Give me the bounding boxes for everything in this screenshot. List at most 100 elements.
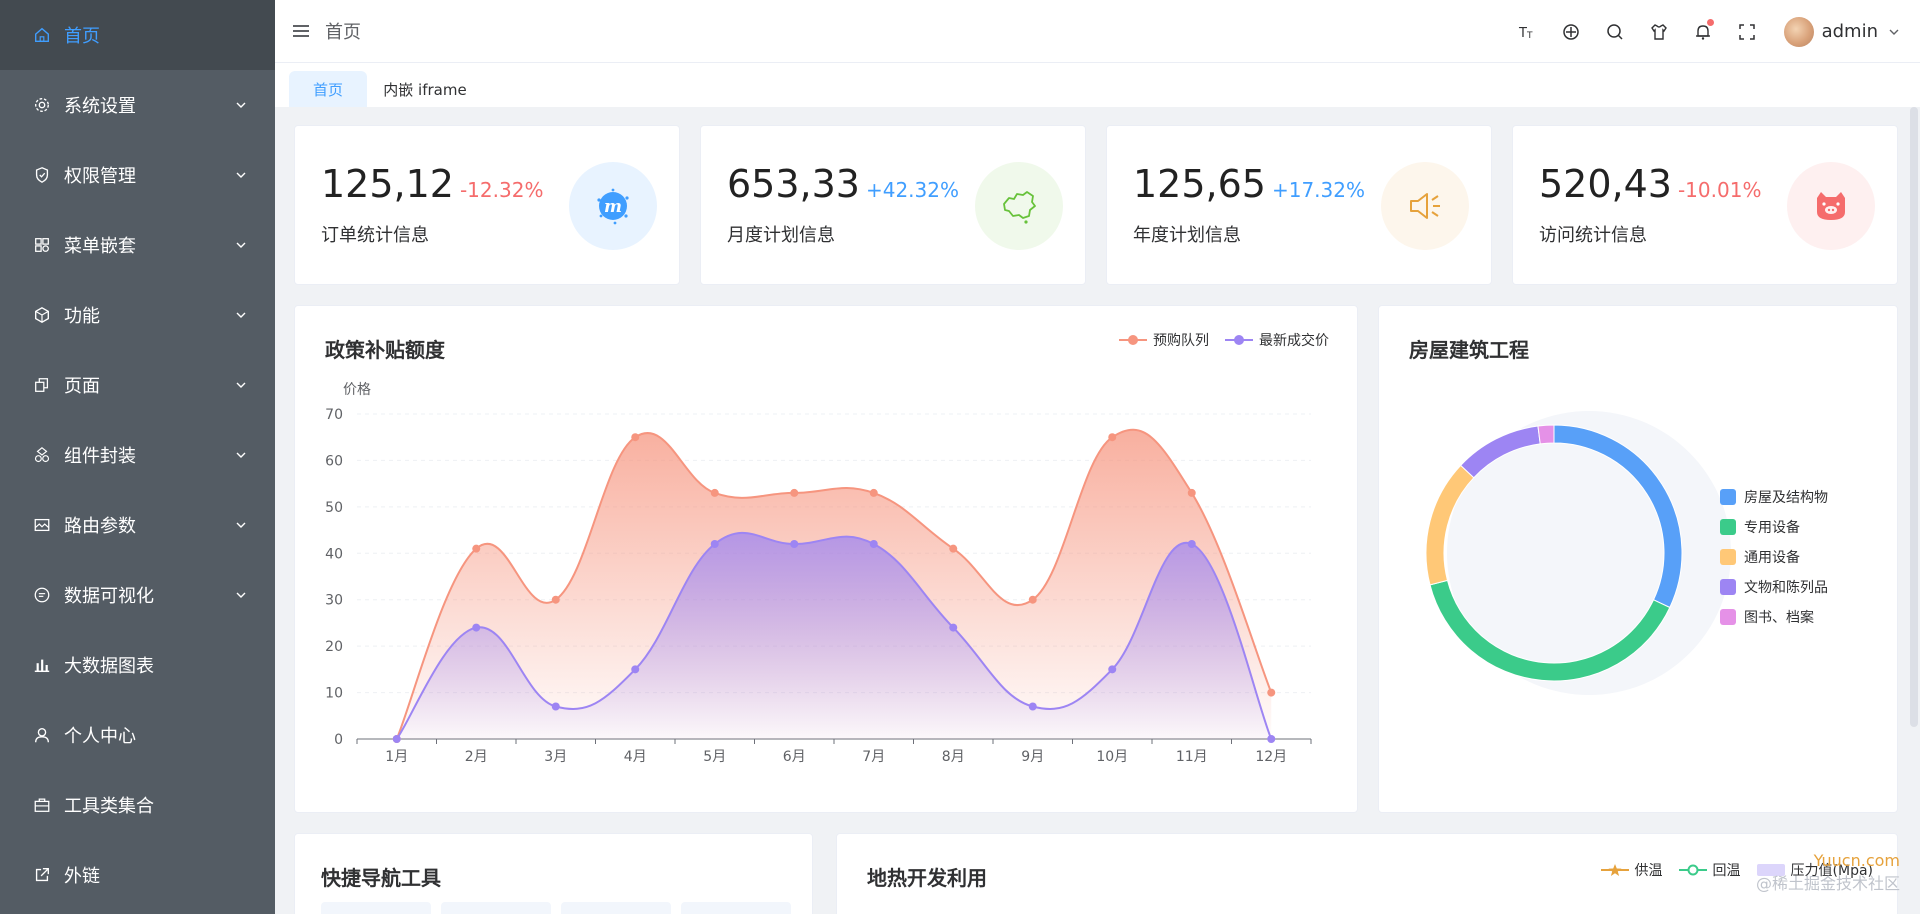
legend-item[interactable]: 文物和陈列品	[1720, 572, 1828, 602]
x-tick-label: 11月	[1176, 749, 1208, 765]
data-point	[869, 540, 878, 548]
chevron-down-icon	[236, 382, 246, 388]
sidebar-item[interactable]: 首页	[0, 0, 275, 70]
fullscreen-icon[interactable]	[1736, 21, 1758, 43]
building-chart-card: 房屋建筑工程 房屋及结构物 专用设备 通用设备 文物和陈列品 图书、档案	[1378, 305, 1898, 813]
data-point	[472, 544, 481, 553]
data-point	[1028, 702, 1037, 711]
stat-change: -12.32%	[459, 178, 544, 202]
x-tick-label: 7月	[862, 749, 885, 765]
crosshair-icon[interactable]	[1560, 21, 1582, 43]
username[interactable]: admin	[1822, 21, 1878, 42]
chevron-down-icon	[236, 242, 246, 248]
stat-icon-bg	[1381, 162, 1469, 250]
shield-icon	[32, 165, 52, 185]
x-tick-label: 4月	[624, 749, 647, 765]
sidebar-item-label: 系统设置	[64, 96, 136, 117]
sidebar-item-label: 菜单嵌套	[64, 236, 136, 257]
hamburger-icon[interactable]	[291, 21, 311, 41]
data-point	[392, 735, 401, 743]
data-point	[631, 665, 640, 674]
sidebar-item[interactable]: 组件封装	[0, 420, 275, 490]
y-tick-label: 0	[334, 732, 343, 748]
avatar[interactable]	[1783, 16, 1814, 47]
sidebar-item[interactable]: 数据可视化	[0, 560, 275, 630]
stat-card-visits: 520,43 -10.01% 访问统计信息	[1512, 125, 1898, 285]
tab-iframe[interactable]: 内嵌 iframe	[375, 71, 475, 107]
stat-card-orders: 125,12 -12.32% 订单统计信息 m	[294, 125, 680, 285]
sidebar-item[interactable]: 页面	[0, 350, 275, 420]
grid-icon	[32, 235, 52, 255]
data-point	[1108, 665, 1117, 674]
quick-tile[interactable]	[681, 902, 791, 914]
stat-value: 125,12 -12.32%	[321, 162, 543, 206]
watermark: Yuucn.com @稀土掘金技术社区	[1756, 851, 1900, 894]
shirt-icon[interactable]	[1648, 21, 1670, 43]
legend-item[interactable]: 通用设备	[1720, 542, 1828, 572]
briefcase-icon	[32, 795, 52, 815]
sidebar-item[interactable]: 大数据图表	[0, 630, 275, 700]
x-tick-label: 10月	[1096, 749, 1128, 765]
sidebar-item-label: 外链	[64, 866, 100, 887]
sidebar-item[interactable]: 权限管理	[0, 140, 275, 210]
quick-tile[interactable]	[441, 902, 551, 914]
top-header: 首页 TT admin	[275, 0, 1920, 63]
y-tick-label: 70	[325, 407, 343, 423]
chevron-down-icon	[236, 312, 246, 318]
bell-icon[interactable]	[1692, 18, 1714, 43]
legend-item[interactable]: 回温	[1678, 860, 1741, 880]
legend-item[interactable]: 专用设备	[1720, 512, 1828, 542]
legend-swatch	[1720, 549, 1736, 565]
data-point	[551, 595, 560, 604]
legend-label: 图书、档案	[1744, 610, 1814, 626]
home-icon	[32, 25, 52, 45]
legend-swatch	[1720, 519, 1736, 535]
legend-item[interactable]: 房屋及结构物	[1720, 482, 1828, 512]
stat-icon-bg: m	[569, 162, 657, 250]
tab-home[interactable]: 首页	[289, 71, 367, 107]
data-point	[1267, 735, 1276, 743]
card-title: 地热开发利用	[867, 866, 987, 890]
legend-label: 供温	[1634, 863, 1663, 879]
y-tick-label: 40	[325, 546, 343, 562]
user-icon	[32, 725, 52, 745]
stat-label: 年度计划信息	[1133, 225, 1241, 246]
chevron-down-icon[interactable]	[1888, 26, 1900, 38]
data-point	[551, 702, 560, 711]
star-line-icon	[1600, 864, 1629, 876]
legend-item[interactable]: 供温	[1600, 860, 1663, 880]
sidebar-item[interactable]: 个人中心	[0, 700, 275, 770]
legend-label: 文物和陈列品	[1744, 580, 1828, 596]
sidebar-item[interactable]: 路由参数	[0, 490, 275, 560]
sidebar-item-label: 组件封装	[64, 446, 136, 467]
watermark-line: Yuucn.com	[1813, 851, 1900, 870]
china-map-icon	[1003, 191, 1036, 224]
sidebar-item[interactable]: 功能	[0, 280, 275, 350]
stat-number: 125,12	[321, 162, 454, 206]
breadcrumb[interactable]: 首页	[325, 18, 361, 44]
quick-tile[interactable]	[561, 902, 671, 914]
font-size-icon[interactable]: TT	[1516, 21, 1538, 43]
bar-chart-icon	[32, 655, 52, 675]
scrollbar[interactable]	[1910, 107, 1918, 727]
legend-item[interactable]: 图书、档案	[1720, 602, 1828, 632]
y-tick-label: 10	[325, 686, 343, 702]
donut-slice[interactable]	[1537, 424, 1555, 445]
stat-label: 订单统计信息	[321, 225, 429, 246]
box-icon	[32, 305, 52, 325]
sidebar-item-label: 功能	[64, 306, 100, 327]
sidebar-item[interactable]: 菜单嵌套	[0, 210, 275, 280]
sidebar-item[interactable]: 外链	[0, 840, 275, 910]
chevron-down-icon	[236, 452, 246, 458]
stat-number: 653,33	[727, 162, 860, 206]
sidebar-item-label: 页面	[64, 376, 100, 397]
x-tick-label: 6月	[783, 749, 806, 765]
y-tick-label: 30	[325, 593, 343, 609]
quick-tile[interactable]	[321, 902, 431, 914]
data-point	[1108, 433, 1117, 442]
pie-legend: 房屋及结构物 专用设备 通用设备文物和陈列品 图书、档案	[1720, 482, 1828, 632]
sidebar-item[interactable]: 工具类集合	[0, 770, 275, 840]
search-icon[interactable]	[1604, 21, 1626, 43]
sidebar-item-label: 工具类集合	[64, 796, 154, 817]
sidebar-item[interactable]: 系统设置	[0, 70, 275, 140]
